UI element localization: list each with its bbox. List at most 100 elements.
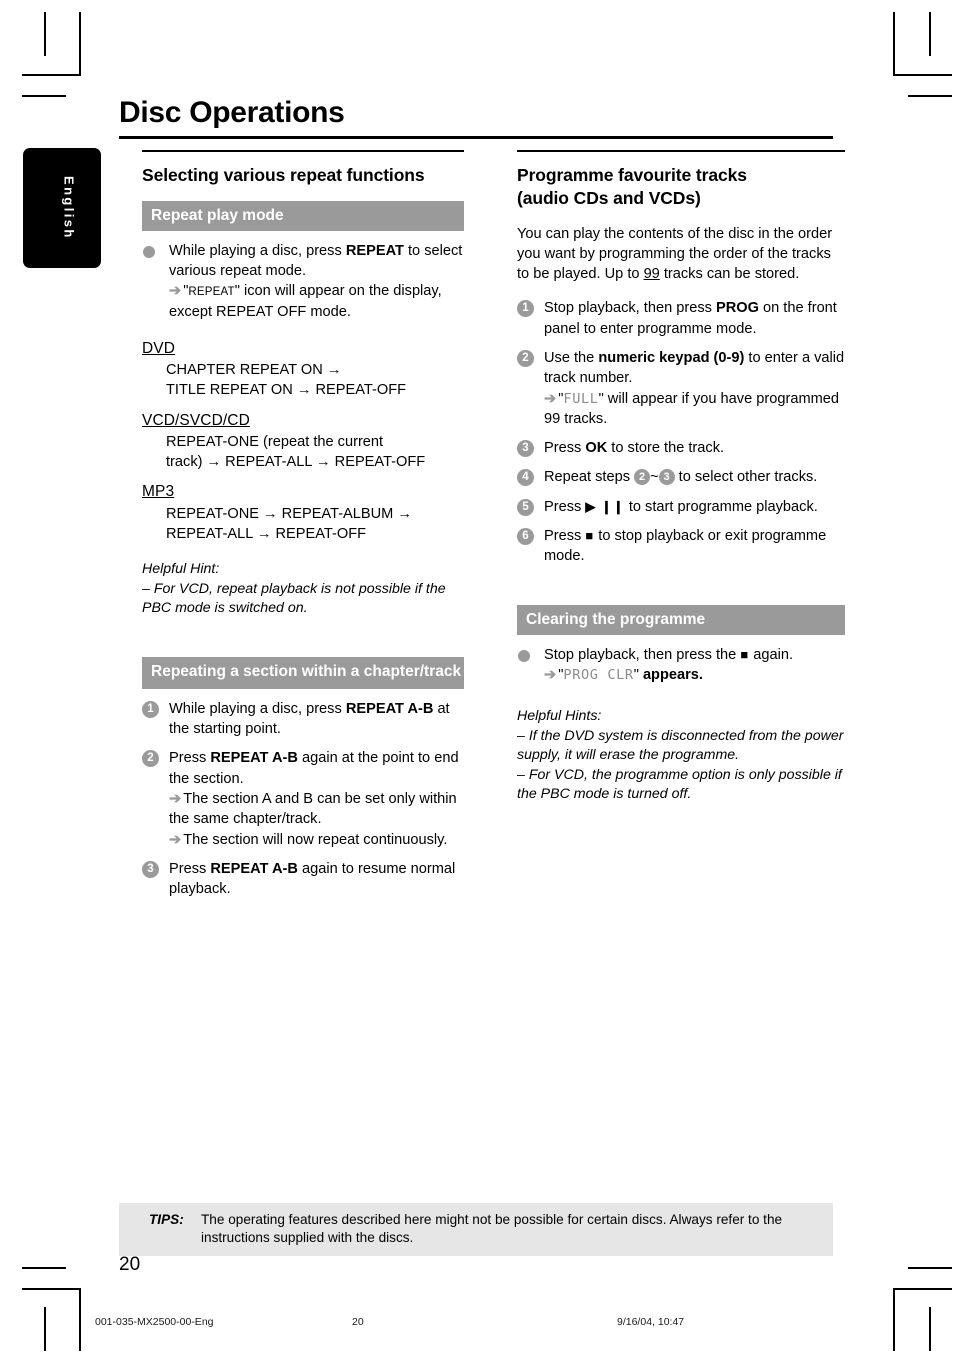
step-text-b: to start programme playback. (624, 498, 818, 515)
mode-line: track) → REPEAT-ALL → REPEAT-OFF (166, 454, 426, 471)
bullet-dot-icon (518, 649, 530, 662)
step-number-badge: 6 (517, 528, 534, 546)
helpful-hint-block-left: Helpful Hint: – For VCD, repeat playback… (142, 560, 464, 619)
arrow-icon: ➔ (544, 390, 557, 407)
step-number-badge: 5 (517, 498, 534, 516)
mode-line: REPEAT-ONE (repeat the current (166, 433, 384, 450)
mode-group-dvd: DVD CHAPTER REPEAT ON → TITLE REPEAT ON … (142, 339, 464, 401)
arrow-icon: ➔ (169, 831, 182, 848)
bullet-text-a: Stop playback, then press the (544, 646, 741, 663)
step-text-bold: REPEAT A-B (210, 750, 298, 767)
mode-heading-vcd: VCD/SVCD/CD (142, 411, 250, 429)
subsection-bar-repeat-play-mode: Repeat play mode (142, 200, 464, 231)
mode-body-mp3: REPEAT-ONE → REPEAT-ALBUM → REPEAT-ALL →… (142, 504, 464, 545)
stop-icon: ■ (740, 646, 750, 662)
step-item-1-left: 1 While playing a disc, press REPEAT A-B… (142, 699, 464, 740)
step-text-a: Press (544, 528, 586, 545)
step-number-badge: 2 (142, 750, 159, 768)
step-text-bold: PROG (715, 300, 759, 317)
mode-heading-mp3: MP3 (142, 483, 175, 501)
step-text-a: Stop playback, then press (544, 300, 716, 317)
subsection-bar-repeating-section: Repeating a section within a chapter/tra… (142, 656, 464, 689)
bullet-dot-icon (143, 245, 155, 258)
step-text-bold: REPEAT A-B (210, 860, 298, 877)
mode-line: TITLE REPEAT ON → REPEAT-OFF (166, 382, 407, 399)
step-item-5-right: 5 Press ▶ ❙❙ to start programme playback… (517, 497, 845, 517)
bullet-text-part-a: While playing a disc, press (169, 242, 346, 259)
note-repeat-smallcaps: REPEAT (188, 286, 235, 299)
right-column-top-rule (517, 150, 845, 152)
arrow-icon: ➔ (169, 791, 182, 808)
section-title-programme-tracks: Programme favourite tracks (audio CDs an… (517, 164, 845, 210)
section-title-line-2: (audio CDs and VCDs) (517, 187, 701, 208)
left-column: Selecting various repeat functions Repea… (142, 150, 464, 909)
tilde-separator: ~ (650, 469, 659, 486)
page-title: Disc Operations (119, 96, 345, 129)
title-divider (119, 136, 833, 139)
step-number-badge: 2 (517, 349, 534, 367)
bullet-text-b: again. (749, 646, 794, 663)
step-number-badge: 4 (517, 469, 534, 487)
intro-underlined-99: 99 (643, 266, 660, 283)
bullet-clearing-programme: Stop playback, then press the ■ again. ➔… (517, 645, 845, 686)
step-text-a: Repeat steps (544, 469, 635, 486)
step-text-a: Press (544, 440, 586, 457)
mode-group-mp3: MP3 REPEAT-ONE → REPEAT-ALBUM → REPEAT-A… (142, 482, 464, 544)
step-item-4-right: 4 Repeat steps 2 ~3 to select other track… (517, 467, 845, 487)
arrow-icon: ➔ (544, 666, 557, 683)
mode-line: REPEAT-ONE → REPEAT-ALBUM → (166, 505, 412, 522)
inline-step-badge-2: 2 (634, 469, 651, 486)
step-text-bold: REPEAT A-B (345, 700, 434, 717)
step-number-badge: 1 (142, 700, 159, 718)
step-item-1-right: 1 Stop playback, then press PROG on the … (517, 298, 845, 339)
helpful-hint-title: Helpful Hint: (142, 561, 220, 578)
mode-line: CHAPTER REPEAT ON → (166, 361, 342, 378)
manual-page: English Disc Operations Selecting variou… (0, 0, 954, 1365)
left-column-top-rule (142, 150, 464, 152)
section-title-line-1: Programme favourite tracks (517, 164, 747, 185)
step-note-text: The section will now repeat continuously… (183, 831, 448, 848)
step-text-a: Press (544, 498, 586, 515)
tips-text: The operating features described here mi… (201, 1212, 783, 1245)
step-item-2-right: 2 Use the numeric keypad (0-9) to enter … (517, 348, 845, 429)
lcd-display-text-prog-clr: PROG CLR (563, 666, 634, 683)
step-item-6-right: 6 Press ■ to stop playback or exit progr… (517, 526, 845, 567)
helpful-hints-block-right: Helpful Hints: – If the DVD system is di… (517, 707, 845, 805)
step-text-a: While playing a disc, press (169, 700, 346, 717)
mode-line: REPEAT-ALL → REPEAT-OFF (166, 526, 367, 543)
print-footer-page: 20 (352, 1316, 364, 1328)
step-number-badge: 3 (517, 440, 534, 458)
helpful-hint-text: – For VCD, repeat playback is not possib… (142, 580, 446, 617)
print-footer-filename: 001-035-MX2500-00-Eng (95, 1316, 214, 1328)
step-item-3-right: 3 Press OK to store the track. (517, 438, 845, 458)
mode-group-vcd: VCD/SVCD/CD REPEAT-ONE (repeat the curre… (142, 411, 464, 473)
helpful-hint-1: – If the DVD system is disconnected from… (517, 727, 844, 764)
helpful-hints-title: Helpful Hints: (517, 708, 602, 725)
mode-body-dvd: CHAPTER REPEAT ON → TITLE REPEAT ON → RE… (142, 360, 464, 401)
step-text-b: to store the track. (607, 440, 725, 457)
step-note-text: The section A and B can be set only with… (169, 791, 457, 828)
bullet-text-bold-repeat: REPEAT (345, 242, 404, 259)
page-number: 20 (119, 1254, 141, 1275)
subsection-bar-clearing-programme: Clearing the programme (517, 604, 845, 635)
step-text-a: Press (169, 860, 211, 877)
step-text-bold: numeric keypad (0-9) (598, 349, 745, 366)
language-tab-label: English (61, 176, 77, 240)
print-footer-date: 9/16/04, 10:47 (617, 1316, 685, 1328)
right-column: Programme favourite tracks (audio CDs an… (517, 150, 845, 805)
tips-label: TIPS: (149, 1212, 184, 1227)
step-text-a: Use the (544, 349, 599, 366)
bullet-repeat-select: While playing a disc, press REPEAT to se… (142, 241, 464, 323)
lcd-display-text-full: FULL (563, 390, 599, 407)
arrow-icon: ➔ (169, 283, 182, 300)
stop-icon: ■ (585, 528, 595, 544)
step-text-b: to select other tracks. (674, 469, 818, 486)
inline-step-badge-3: 3 (658, 469, 675, 486)
step-text-bold: OK (585, 440, 608, 457)
tips-box: TIPS: The operating features described h… (119, 1203, 833, 1256)
step-number-badge: 3 (142, 860, 159, 878)
mode-body-vcd: REPEAT-ONE (repeat the current track) → … (142, 432, 464, 473)
intro-paragraph: You can play the contents of the disc in… (517, 224, 845, 285)
note-text-appears: appears. (638, 666, 703, 683)
language-tab: English (23, 148, 101, 268)
